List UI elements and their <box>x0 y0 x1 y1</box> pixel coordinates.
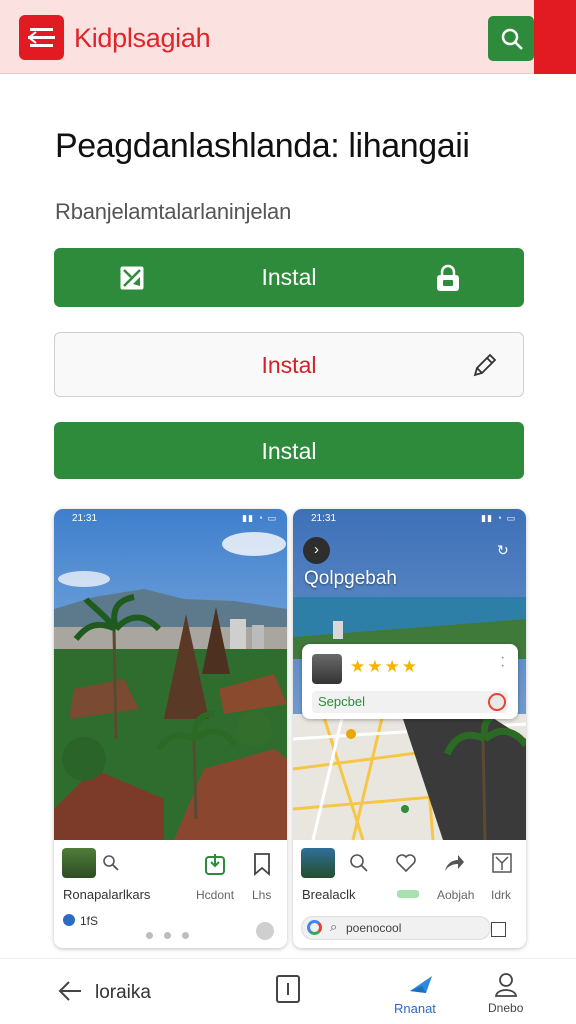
search-icon[interactable] <box>349 853 369 873</box>
nav-item-label: Rnanat <box>394 1001 436 1016</box>
screenshot-card-map[interactable]: 21:31 ▮▮ ◔ ▭ › ↻ Qolpgebah ★★★★ · · Sepcb… <box>293 509 526 948</box>
map-search-field[interactable]: ⌕ poenocool <box>301 916 491 940</box>
card-title: Ronapalarlkars <box>63 887 151 902</box>
map-search-text: poenocool <box>346 921 402 935</box>
square-icon[interactable] <box>491 922 506 937</box>
page-subtitle: Rbanjelamtalarlaninjelan <box>55 199 292 224</box>
heart-icon[interactable] <box>395 853 417 873</box>
share-icon[interactable] <box>443 853 465 873</box>
bottom-navigation: loraika Rnanat Dnebo <box>0 958 576 1024</box>
share-label: Aobjah <box>437 888 475 902</box>
home-button[interactable] <box>276 975 300 1003</box>
page-title: Peagdanlashlanda: lihangaii <box>55 127 470 165</box>
progress-indicator <box>397 890 419 898</box>
card-title: Brealaclk <box>302 887 356 902</box>
home-icon <box>287 983 289 995</box>
back-button[interactable]: loraika <box>55 973 175 1009</box>
star-rating-icon: ★★★★ <box>350 657 419 676</box>
place-popup[interactable]: ★★★★ · · Sepcbel <box>302 644 518 719</box>
nav-item-rnanat[interactable]: Rnanat <box>390 969 446 1021</box>
profile-icon <box>494 973 518 997</box>
chevron-right-icon[interactable]: › <box>303 537 330 564</box>
rating-badge <box>63 914 75 926</box>
bookmark-label: Lhs <box>252 888 272 902</box>
carousel-dots[interactable] <box>146 926 200 944</box>
place-name: Sepcbel <box>318 694 365 709</box>
bookmark-icon[interactable] <box>252 852 272 876</box>
status-bar: 21:31 ▮▮ ◔ ▭ <box>293 509 526 527</box>
place-name-field[interactable]: Sepcbel <box>312 691 508 713</box>
menu-icon <box>28 28 55 47</box>
search-icon: ⌕ <box>330 919 338 934</box>
app-title: Kidplsagiah <box>74 23 211 53</box>
install-button-primary[interactable]: Instal <box>54 248 524 307</box>
card-footer: Brealaclk Aobjah Idrk ⌕ poenocool <box>293 840 526 948</box>
download-icon[interactable] <box>204 852 226 876</box>
app-thumbnail <box>62 848 96 878</box>
save-label: Idrk <box>491 888 512 902</box>
screenshot-card-landscape[interactable]: 21:31 ▮▮ ◔ ▭ Ronapalarlkars Hcdont Lhs 1… <box>54 509 287 948</box>
install-button-label: Instal <box>261 352 317 378</box>
lock-icon <box>437 264 459 291</box>
install-button-outline[interactable]: Instal <box>54 332 524 397</box>
card-footer: Ronapalarlkars Hcdont Lhs 1fS <box>54 840 287 948</box>
status-icons: ▮▮ ◔ ▭ <box>242 513 277 523</box>
rating-count: 1fS <box>80 914 99 928</box>
more-options-icon[interactable]: · · <box>500 650 505 674</box>
emoji-icon[interactable] <box>256 922 274 940</box>
install-button-secondary[interactable]: Instal <box>54 422 524 479</box>
download-label: Hcdont <box>196 888 235 902</box>
status-icons: ▮▮ ◔ ▭ <box>481 513 516 523</box>
nav-item-dnebo[interactable]: Dnebo <box>484 969 528 1021</box>
pen-icon <box>473 353 497 377</box>
app-thumbnail <box>301 848 335 878</box>
status-bar: 21:31 ▮▮ ◔ ▭ <box>54 509 287 527</box>
header-accent-bar <box>534 0 576 74</box>
send-icon <box>410 976 432 993</box>
search-icon <box>501 28 523 50</box>
nav-item-label: Dnebo <box>488 1001 524 1015</box>
landscape-photo <box>54 509 287 840</box>
search-button[interactable] <box>488 16 534 61</box>
refresh-icon[interactable]: ↻ <box>497 542 509 559</box>
back-label: loraika <box>95 982 151 1003</box>
status-time: 21:31 <box>311 513 337 524</box>
map-pin-icon[interactable] <box>488 693 506 711</box>
menu-button[interactable] <box>19 15 64 60</box>
zoom-icon <box>103 855 119 871</box>
install-button-label: Instal <box>261 438 317 464</box>
collapse-icon[interactable] <box>491 852 513 874</box>
back-arrow-icon <box>58 981 81 1001</box>
map-title: Qolpgebah <box>304 568 397 589</box>
google-icon <box>307 920 322 935</box>
app-header: Kidplsagiah <box>0 0 576 74</box>
place-thumbnail <box>312 654 342 684</box>
status-time: 21:31 <box>72 513 98 524</box>
